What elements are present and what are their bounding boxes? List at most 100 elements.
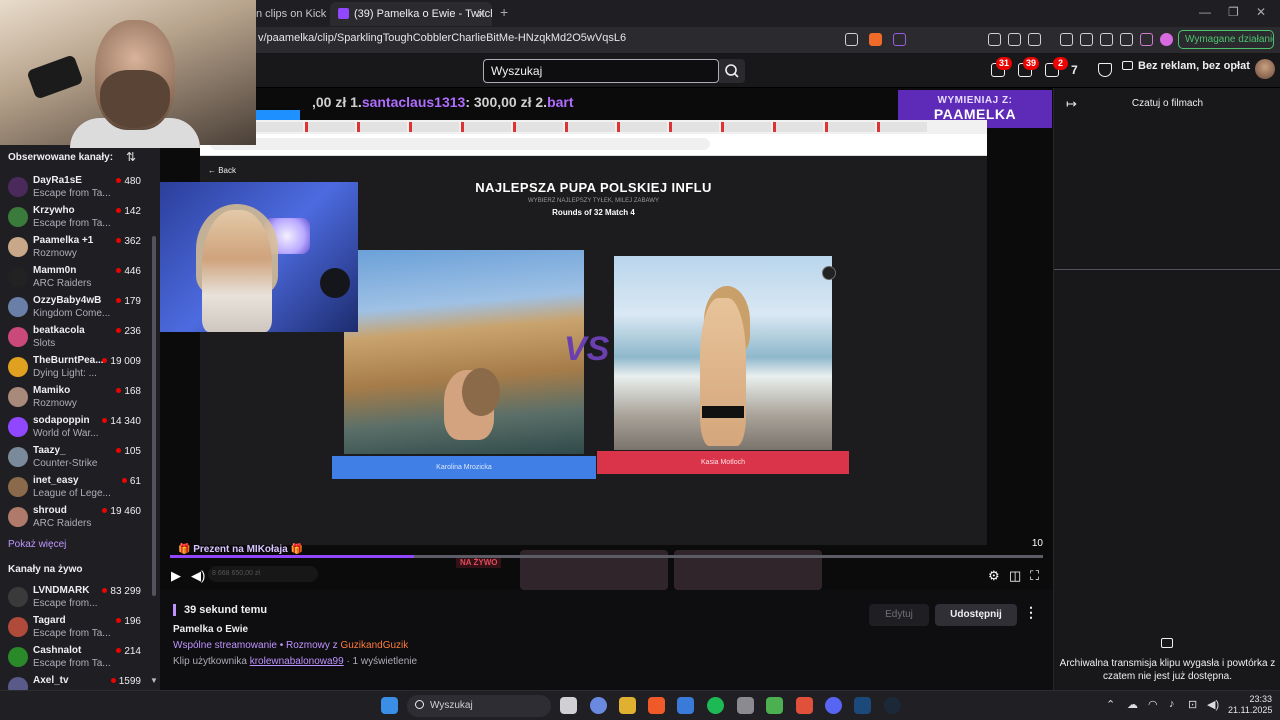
media-icon[interactable] xyxy=(1060,33,1073,46)
discord-icon[interactable] xyxy=(825,697,842,714)
sidebar-channel-item[interactable]: Taazy_ Counter-Strike 105 xyxy=(0,443,152,473)
share-button[interactable]: Udostępnij xyxy=(935,604,1017,626)
sidebar-channel-item[interactable]: beatkacola Slots 236 xyxy=(0,323,152,353)
channel-avatar xyxy=(8,387,28,407)
viewer-count: 1599 xyxy=(118,676,141,687)
copilot-icon[interactable] xyxy=(590,697,607,714)
new-tab-button[interactable]: + xyxy=(500,4,508,20)
brave-beta-icon[interactable] xyxy=(796,697,813,714)
tray-cloud-icon[interactable]: ☁ xyxy=(1127,698,1138,711)
user-avatar[interactable] xyxy=(1255,59,1275,79)
windows-start-icon[interactable] xyxy=(381,697,398,714)
action-required-button[interactable]: Wymagane działanie xyxy=(1178,30,1274,49)
play-icon[interactable]: ▶ xyxy=(171,568,181,584)
nvidia-icon[interactable] xyxy=(766,697,783,714)
channel-game: Escape from... xyxy=(33,598,98,609)
store-icon[interactable] xyxy=(677,697,694,714)
file-explorer-icon[interactable] xyxy=(619,697,636,714)
sidebar-channel-item[interactable]: Axel_tv 1599 xyxy=(0,673,152,690)
sidebar-channel-item[interactable]: Mamm0n ARC Raiders 446 xyxy=(0,263,152,293)
brave-icon[interactable] xyxy=(648,697,665,714)
seven-tv-icon[interactable]: 7 xyxy=(1071,63,1085,77)
maximize-icon[interactable]: ❐ xyxy=(1228,5,1239,19)
channel-name: beatkacola xyxy=(33,325,85,336)
sidebar-channel-item[interactable]: LVNDMARK Escape from... 83 299 xyxy=(0,583,152,613)
taskbar-search[interactable]: Wyszukaj xyxy=(407,695,551,717)
whispers-badge: 2 xyxy=(1053,57,1068,70)
spotify-icon[interactable] xyxy=(707,697,724,714)
sidebar-channel-item[interactable]: DayRa1sE Escape from Ta... 480 xyxy=(0,173,152,203)
task-view-icon[interactable] xyxy=(560,697,577,714)
minimize-icon[interactable]: — xyxy=(1199,5,1211,19)
channel-avatar xyxy=(8,417,28,437)
sidebar-icon[interactable] xyxy=(1080,33,1093,46)
left-contestant-photo xyxy=(344,250,584,454)
channel-avatar xyxy=(8,617,28,637)
more-options-icon[interactable]: ⋮ xyxy=(1024,604,1038,621)
sidebar-channel-item[interactable]: Mamiko Rozmowy 168 xyxy=(0,383,152,413)
channel-game: League of Lege... xyxy=(33,488,111,499)
clock[interactable]: 23:33 21.11.2025 xyxy=(1228,694,1272,716)
sidebar-channel-item[interactable]: shroud ARC Raiders 19 460 xyxy=(0,503,152,533)
collab-user-link[interactable]: GuzikandGuzik xyxy=(340,640,408,651)
tray-mic-icon[interactable]: ♪ xyxy=(1169,698,1175,710)
leo-icon[interactable] xyxy=(1120,33,1133,46)
brave-shields-icon[interactable] xyxy=(869,33,882,46)
rewards-icon[interactable] xyxy=(893,33,906,46)
tab-twitch-clip[interactable]: (39) Pamelka o Ewie - Twitch ✕ xyxy=(330,2,492,26)
show-more-link[interactable]: Pokaż więcej xyxy=(8,539,66,550)
channel-name: Krzywho xyxy=(33,205,75,216)
left-contestant-name: Karolina Mrozicka xyxy=(332,456,596,479)
search-input[interactable]: Wyszukaj xyxy=(483,59,719,83)
channel-name: TheBurntPea... xyxy=(33,355,104,366)
close-tab-icon[interactable]: ✕ xyxy=(476,2,486,26)
channel-avatar xyxy=(8,177,28,197)
edit-button[interactable]: Edytuj xyxy=(869,604,929,626)
share-page-icon[interactable] xyxy=(845,33,858,46)
tab-kick-clips[interactable]: n clips on Kick xyxy=(248,2,330,26)
search-icon xyxy=(415,700,424,709)
steam-icon[interactable] xyxy=(854,697,871,714)
close-window-icon[interactable]: ✕ xyxy=(1256,5,1266,19)
steam-alt-icon[interactable] xyxy=(884,697,901,714)
volume-icon[interactable]: ◀) xyxy=(191,568,205,584)
ad-free-button[interactable]: Bez reklam, bez opłat xyxy=(1122,60,1250,72)
sidebar-channel-item[interactable]: TheBurntPea... Dying Light: ... 19 009 xyxy=(0,353,152,383)
seek-bar[interactable] xyxy=(170,555,1043,558)
vpn-icon[interactable] xyxy=(1160,33,1173,46)
sidebar-scrollbar[interactable] xyxy=(152,236,156,596)
sidebar-channel-item[interactable]: OzzyBaby4wB Kingdom Come... 179 xyxy=(0,293,152,323)
scroll-down-icon[interactable]: ▼ xyxy=(150,676,158,685)
url-field[interactable]: v/paamelka/clip/SparklingToughCobblerCha… xyxy=(258,32,626,44)
sidebar-channel-item[interactable]: inet_easy League of Lege... 61 xyxy=(0,473,152,503)
sidebar-channel-item[interactable]: Paamelka +1 Rozmowy 362 xyxy=(0,233,152,263)
live-dot-icon xyxy=(102,588,108,593)
tray-expand-icon[interactable]: ⌃ xyxy=(1106,698,1115,711)
sort-icon[interactable]: ⇅ xyxy=(126,150,136,164)
right-contestant-name: Kasia Motloch xyxy=(597,451,849,474)
sidebar-channel-item[interactable]: sodapoppin World of War... 14 340 xyxy=(0,413,152,443)
search-button[interactable] xyxy=(719,59,745,83)
settings-icon[interactable]: ⚙ xyxy=(988,568,1000,584)
profile-icon[interactable] xyxy=(1140,33,1153,46)
wallet-icon[interactable] xyxy=(1100,33,1113,46)
tray-volume-icon[interactable]: ◀) xyxy=(1207,698,1219,711)
theatre-mode-icon[interactable]: ◫ xyxy=(1009,568,1021,584)
sidebar-channel-item[interactable]: Krzywho Escape from Ta... 142 xyxy=(0,203,152,233)
sidebar-channel-item[interactable]: Tagard Escape from Ta... 196 xyxy=(0,613,152,643)
tray-wifi-icon[interactable]: ◠ xyxy=(1148,698,1158,711)
live-dot-icon xyxy=(102,508,108,513)
sidebar-channel-item[interactable]: Cashnalot Escape from Ta... 214 xyxy=(0,643,152,673)
tray-network-icon[interactable]: ⊡ xyxy=(1188,698,1197,711)
channel-avatar xyxy=(8,447,28,467)
channel-name: Mamiko xyxy=(33,385,71,396)
bits-icon[interactable] xyxy=(1098,63,1112,77)
clip-author-link[interactable]: krolewnabalonowa99 xyxy=(250,656,344,667)
extension-icon[interactable] xyxy=(988,33,1001,46)
screenshot-icon[interactable] xyxy=(1028,33,1041,46)
puzzle-icon[interactable] xyxy=(1008,33,1021,46)
video-player[interactable]: ,00 zł 1.santaclaus1313: 300,00 zł 2.bar… xyxy=(160,88,1053,590)
channel-viewers: 105 xyxy=(116,446,141,457)
calculator-icon[interactable] xyxy=(737,697,754,714)
fullscreen-icon[interactable]: ⛶ xyxy=(1030,568,1039,584)
